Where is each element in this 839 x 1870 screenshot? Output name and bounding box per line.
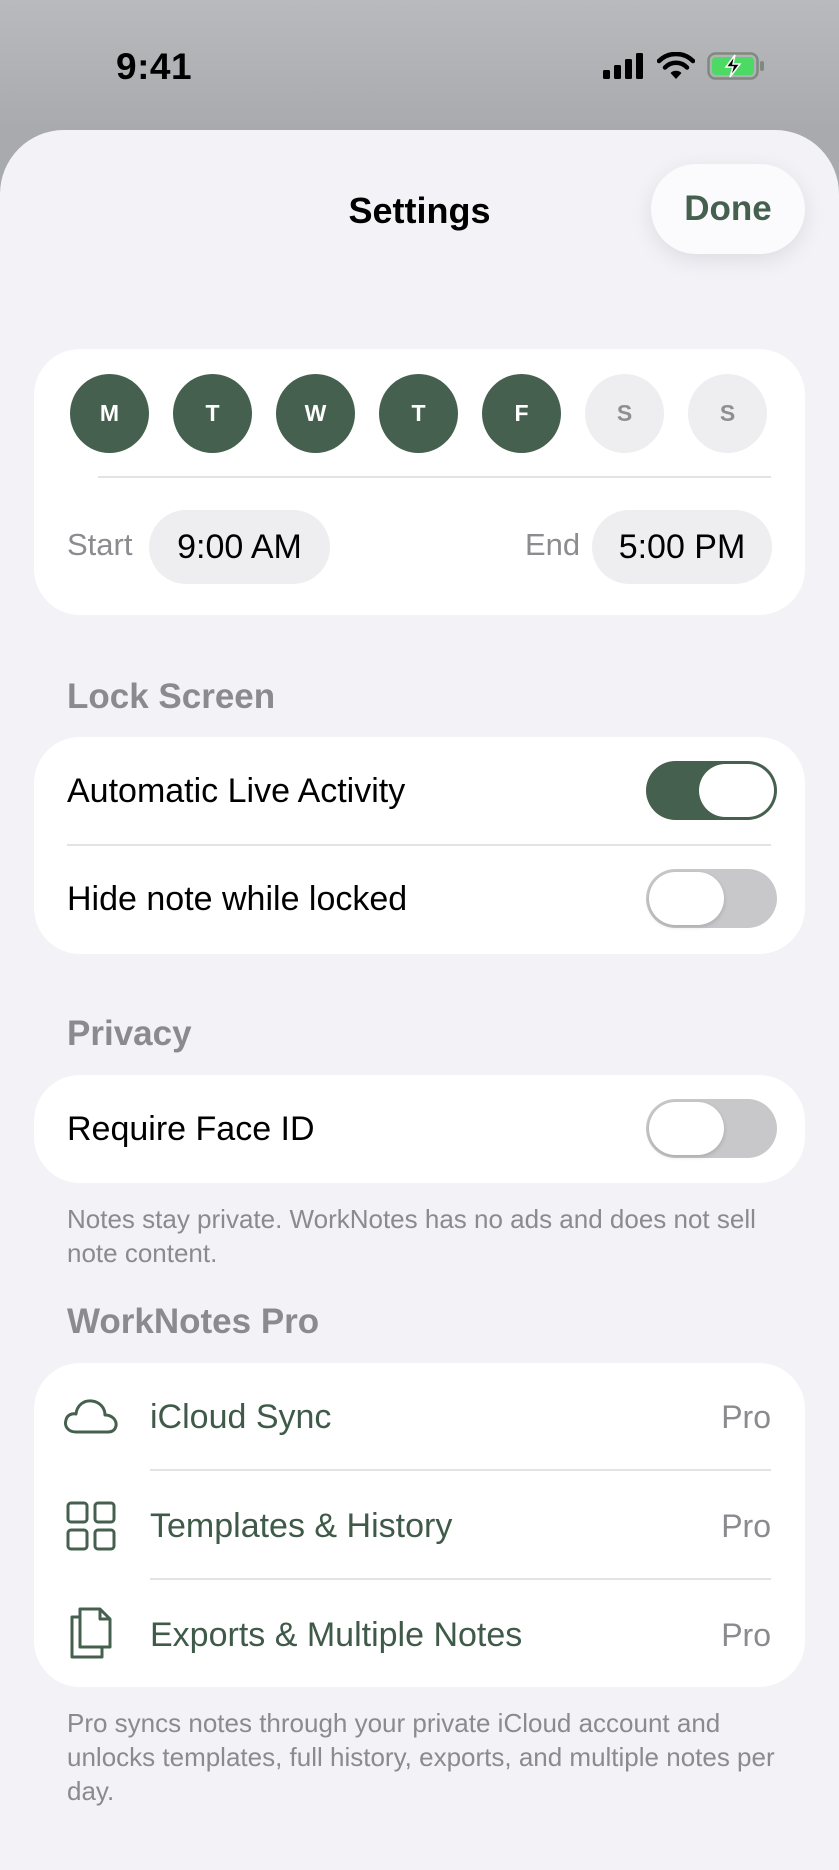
day-tuesday-toggle[interactable]: T [173, 374, 252, 453]
pro-footer: Pro syncs notes through your private iCl… [67, 1708, 775, 1806]
cellular-signal-icon [603, 53, 643, 79]
end-time-picker[interactable]: 5:00 PM [592, 510, 772, 584]
pro-badge: Pro [721, 1399, 771, 1435]
divider [67, 844, 771, 846]
privacy-card: Require Face ID [34, 1075, 805, 1183]
status-icons [603, 52, 765, 80]
require-face-id-toggle[interactable] [646, 1099, 777, 1158]
day-wednesday-toggle[interactable]: W [276, 374, 355, 453]
documents-icon [70, 1607, 112, 1659]
pro-row-label: iCloud Sync [150, 1398, 332, 1436]
automatic-live-activity-toggle[interactable] [646, 761, 777, 820]
lock-screen-header: Lock Screen [67, 677, 276, 716]
settings-sheet: Settings Done M T W T F S S Start 9:00 A… [0, 130, 839, 1870]
require-face-id-label: Require Face ID [67, 1110, 315, 1148]
automatic-live-activity-label: Automatic Live Activity [67, 772, 406, 810]
wifi-icon [657, 52, 695, 79]
day-monday-toggle[interactable]: M [70, 374, 149, 453]
start-label: Start [67, 527, 133, 562]
toggle-knob [649, 1102, 724, 1155]
divider [150, 1469, 771, 1471]
cloud-icon [64, 1399, 118, 1434]
battery-charging-icon [707, 52, 764, 80]
pro-row-label: Templates & History [150, 1507, 453, 1545]
day-friday-toggle[interactable]: F [482, 374, 561, 453]
day-sunday-toggle[interactable]: S [688, 374, 767, 453]
toggle-knob [649, 872, 724, 925]
start-time-picker[interactable]: 9:00 AM [149, 510, 330, 584]
pro-row-label: Exports & Multiple Notes [150, 1616, 523, 1654]
done-button[interactable]: Done [651, 164, 805, 254]
privacy-footer: Notes stay private. WorkNotes has no ads… [67, 1204, 756, 1268]
divider [150, 1578, 771, 1580]
status-time: 9:41 [116, 46, 193, 87]
hide-note-while-locked-toggle[interactable] [646, 869, 777, 928]
schedule-card: M T W T F S S Start 9:00 AM End 5:00 PM [34, 349, 805, 615]
day-thursday-toggle[interactable]: T [379, 374, 458, 453]
status-bar: 9:41 [0, 0, 839, 130]
day-saturday-toggle[interactable]: S [585, 374, 664, 453]
weekday-selector: M T W T F S S [70, 374, 767, 453]
pro-badge: Pro [721, 1508, 771, 1544]
worknotes-pro-card: iCloud Sync Pro Templates & History Pro … [34, 1363, 805, 1687]
privacy-header: Privacy [67, 1014, 192, 1053]
divider [98, 476, 771, 478]
pro-badge: Pro [721, 1617, 771, 1653]
lock-screen-card: Automatic Live Activity Hide note while … [34, 737, 805, 954]
toggle-knob [699, 764, 774, 817]
end-label: End [525, 527, 581, 562]
hide-note-label: Hide note while locked [67, 880, 408, 918]
worknotes-pro-header: WorkNotes Pro [67, 1302, 320, 1341]
grid-icon [66, 1501, 116, 1551]
